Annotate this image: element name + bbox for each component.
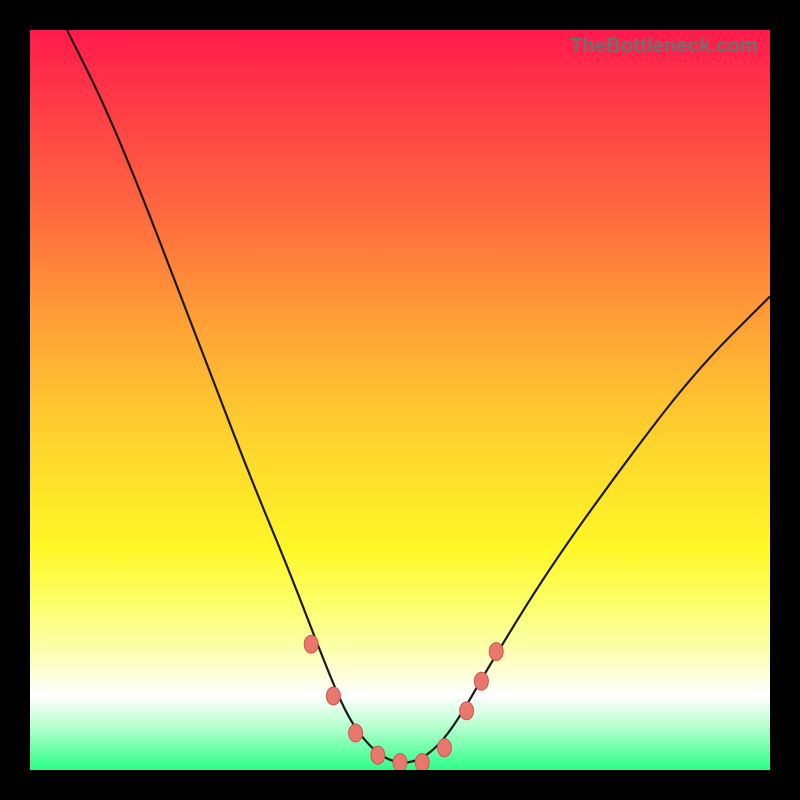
trough-marker <box>489 643 503 661</box>
trough-marker <box>326 687 340 705</box>
chart-frame: TheBottleneck.com <box>0 0 800 800</box>
trough-marker <box>304 635 318 653</box>
trough-marker <box>474 672 488 690</box>
trough-marker <box>460 702 474 720</box>
bottleneck-curve <box>67 30 770 763</box>
trough-marker <box>415 754 429 770</box>
trough-marker <box>393 754 407 770</box>
trough-marker <box>349 724 363 742</box>
trough-marker <box>437 739 451 757</box>
plot-area: TheBottleneck.com <box>30 30 770 770</box>
bottleneck-curve-svg <box>30 30 770 770</box>
trough-markers-group <box>304 635 503 770</box>
trough-marker <box>371 746 385 764</box>
